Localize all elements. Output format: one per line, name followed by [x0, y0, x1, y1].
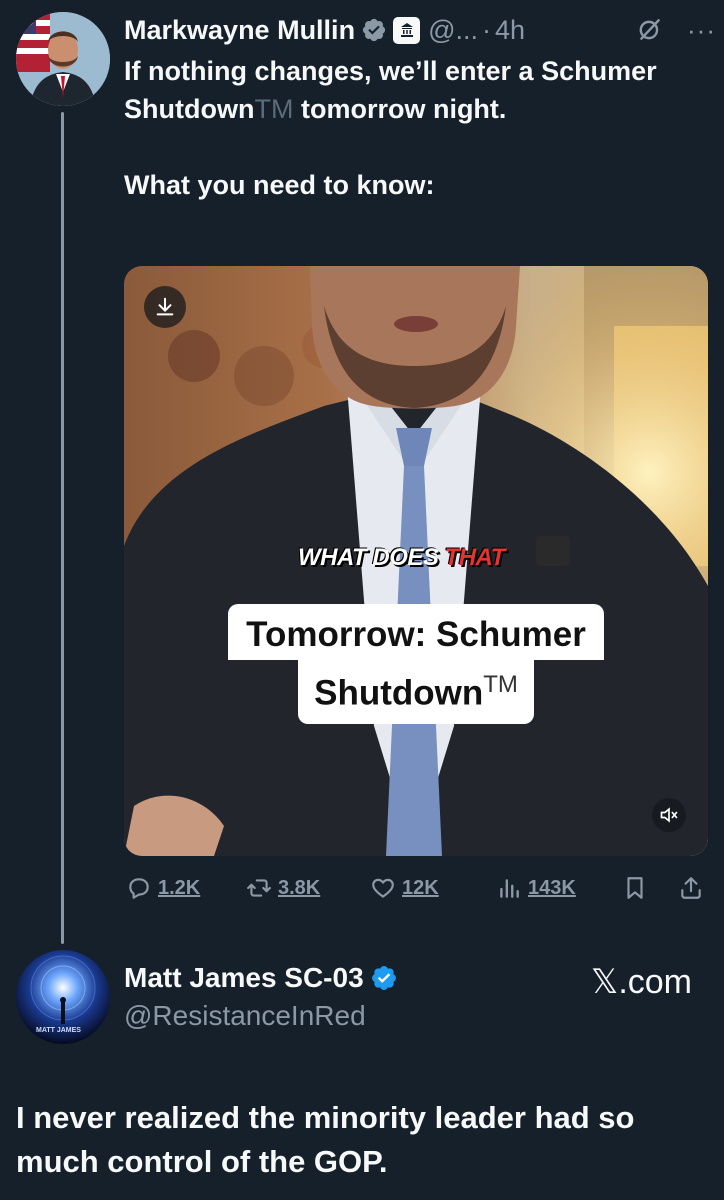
caption-top-red: THAT [444, 544, 506, 571]
thread-connector-line [61, 112, 64, 944]
tweet-text-end: tomorrow night. [293, 94, 507, 124]
separator-dot: · [481, 14, 491, 45]
reply-count: 1.2K [158, 876, 201, 899]
commentary-text: I never realized the minority leader had… [16, 1100, 635, 1179]
tweet-text: If nothing changes, we’ll enter a Schume… [124, 52, 684, 204]
more-icon[interactable]: ··· [687, 17, 716, 43]
avatar-logo-text: MATT JAMES [36, 1027, 81, 1034]
author-name[interactable]: Markwayne Mullin [124, 15, 355, 46]
caption-line-2-text: Shutdown [314, 673, 484, 713]
caption-top-white: WHAT DOES [298, 544, 445, 571]
reply-button[interactable]: 1.2K [126, 875, 200, 901]
caption-line-1: Tomorrow: Schumer [228, 603, 604, 660]
x-com-label: 𝕏.com [590, 963, 692, 1001]
grok-icon[interactable] [637, 17, 663, 43]
tweet-action-bar: 1.2K 3.8K 12K 143K [124, 870, 708, 906]
like-button[interactable]: 12K [370, 875, 439, 901]
retweet-button[interactable]: 3.8K [246, 875, 320, 901]
verified-icon [361, 17, 387, 43]
tweet-text-second: What you need to know: [124, 170, 435, 200]
avatar-markwayne-mullin[interactable] [16, 12, 110, 106]
share-button[interactable] [678, 875, 704, 901]
views-icon [500, 879, 519, 898]
mute-icon [660, 807, 678, 823]
views-count: 143K [528, 876, 576, 899]
download-icon [156, 297, 174, 316]
reply-icon [129, 878, 149, 899]
tweet-header: Markwayne Mullin @... · 4h ··· [124, 10, 716, 50]
like-count: 12K [402, 876, 439, 899]
retweet-count: 3.8K [278, 876, 321, 899]
bookmark-icon [627, 877, 643, 899]
video-media[interactable]: WHAT DOES THAT Tomorrow: Schumer Shutdow… [124, 266, 708, 856]
views-button[interactable]: 143K [496, 875, 576, 901]
quote-author-handle[interactable]: @ResistanceInRed [124, 1000, 366, 1032]
trademark-mark: TM [254, 94, 294, 124]
video-caption-top: WHAT DOES THAT [298, 544, 505, 572]
like-icon [372, 878, 394, 898]
verified-icon [370, 964, 398, 992]
share-icon [681, 877, 701, 899]
video-caption-box: Tomorrow: Schumer ShutdownTM [180, 600, 652, 728]
quote-author-row: Matt James SC-03 [124, 962, 398, 994]
government-icon [393, 16, 421, 44]
tweet-time[interactable]: 4h [495, 15, 525, 46]
author-handle[interactable]: @... [428, 15, 478, 46]
caption-line-2: ShutdownTM [298, 659, 534, 725]
bookmark-button[interactable] [622, 875, 648, 901]
quote-author-name[interactable]: Matt James SC-03 [124, 962, 364, 994]
caption-trademark: TM [483, 670, 518, 698]
mute-button[interactable] [652, 798, 686, 832]
avatar-matt-james[interactable]: MATT JAMES [16, 950, 110, 1044]
download-button[interactable] [144, 286, 186, 328]
retweet-icon [247, 879, 271, 897]
